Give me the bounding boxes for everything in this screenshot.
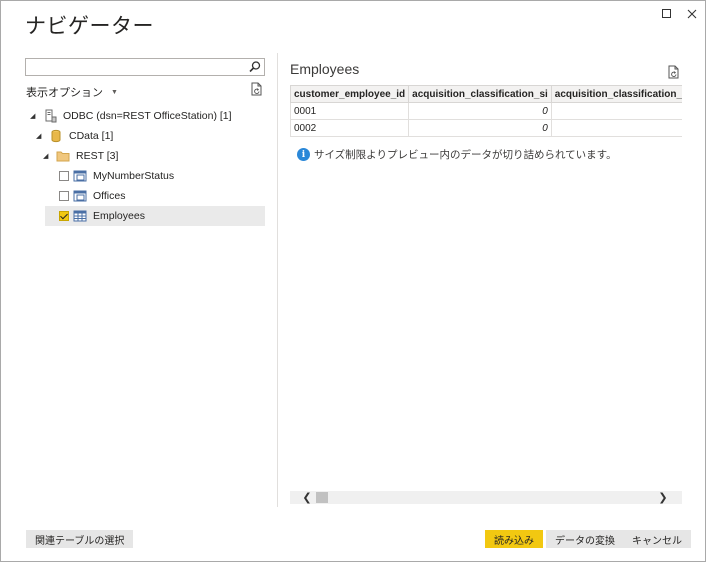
truncation-notice-text: サイズ制限よりプレビュー内のデータが切り詰められています。 bbox=[314, 149, 617, 161]
checkbox[interactable] bbox=[59, 171, 69, 181]
expanded-arrow-icon[interactable]: ◢ bbox=[30, 112, 38, 120]
tree-node-offices[interactable]: Offices bbox=[59, 186, 125, 206]
maximize-icon[interactable] bbox=[659, 6, 675, 22]
horizontal-scrollbar[interactable]: ❮ ❯ bbox=[290, 491, 682, 504]
scrollbar-thumb[interactable] bbox=[316, 492, 328, 503]
search-input[interactable] bbox=[25, 58, 265, 76]
table-cell bbox=[550, 119, 682, 137]
scroll-right-icon[interactable]: ❯ bbox=[656, 491, 670, 504]
truncation-notice: i サイズ制限よりプレビュー内のデータが切り詰められています。 bbox=[297, 147, 617, 162]
table-row: 0002 0 bbox=[290, 119, 682, 137]
search-icon[interactable] bbox=[248, 60, 262, 74]
load-button[interactable]: 読み込み bbox=[485, 530, 543, 548]
preview-table: customer_employee_id acquisition_classif… bbox=[290, 85, 682, 137]
checkbox[interactable] bbox=[59, 191, 69, 201]
display-options-dropdown[interactable]: 表示オプション ▼ bbox=[26, 84, 118, 100]
tree-node-label: Employees bbox=[93, 210, 145, 222]
tree-node-label: Offices bbox=[93, 190, 126, 202]
chevron-down-icon: ▼ bbox=[111, 88, 118, 96]
tree-node-label: CData [1] bbox=[69, 130, 114, 142]
tree-node-rest[interactable]: ◢ REST [3] bbox=[43, 146, 118, 166]
tree-node-label: REST [3] bbox=[76, 150, 119, 162]
view-icon bbox=[73, 189, 87, 203]
tree-node-label: MyNumberStatus bbox=[93, 170, 175, 182]
close-icon[interactable] bbox=[684, 6, 700, 22]
dialog-title: ナビゲーター bbox=[25, 14, 154, 38]
table-cell bbox=[550, 102, 682, 120]
tree-node-cdata[interactable]: ◢ CData [1] bbox=[36, 126, 113, 146]
table-row: 0001 0 bbox=[290, 102, 682, 120]
preview-title: Employees bbox=[290, 61, 360, 77]
checkbox-checked[interactable] bbox=[59, 211, 69, 221]
tree-node-mynumberstatus[interactable]: MyNumberStatus bbox=[59, 166, 174, 186]
navigator-dialog: ナビゲーター 表示オプション ▼ ◢ ODBC (dsn=REST Office… bbox=[0, 0, 706, 562]
table-cell: 0 bbox=[408, 119, 552, 137]
cancel-button[interactable]: キャンセル bbox=[623, 530, 691, 548]
transform-data-button[interactable]: データの変換 bbox=[546, 530, 624, 548]
expanded-arrow-icon[interactable]: ◢ bbox=[36, 132, 44, 140]
preview-grid: customer_employee_id acquisition_classif… bbox=[290, 85, 682, 145]
pane-divider bbox=[277, 53, 278, 507]
column-header[interactable]: customer_employee_id bbox=[290, 85, 410, 103]
scroll-left-icon[interactable]: ❮ bbox=[300, 491, 314, 504]
tree-node-employees[interactable]: Employees bbox=[45, 206, 265, 226]
tree-node-label: ODBC (dsn=REST OfficeStation) [1] bbox=[63, 110, 232, 122]
column-header[interactable]: acquisition_classification_ui bbox=[550, 85, 682, 103]
refresh-icon[interactable] bbox=[250, 82, 264, 97]
column-header[interactable]: acquisition_classification_si bbox=[408, 85, 552, 103]
view-icon bbox=[73, 169, 87, 183]
database-cylinder-icon bbox=[49, 129, 63, 143]
refresh-preview-icon[interactable] bbox=[667, 65, 681, 80]
table-cell: 0002 bbox=[290, 119, 410, 137]
expanded-arrow-icon[interactable]: ◢ bbox=[43, 152, 51, 160]
table-icon bbox=[73, 209, 87, 223]
folder-icon bbox=[56, 149, 70, 163]
display-options-label: 表示オプション bbox=[26, 87, 103, 99]
header-row: customer_employee_id acquisition_classif… bbox=[290, 85, 682, 103]
table-cell: 0001 bbox=[290, 102, 410, 120]
database-server-icon bbox=[43, 109, 57, 123]
table-cell: 0 bbox=[408, 102, 552, 120]
tree-node-odbc[interactable]: ◢ ODBC (dsn=REST OfficeStation) [1] bbox=[30, 106, 232, 126]
select-related-tables-button[interactable]: 関連テーブルの選択 bbox=[26, 530, 134, 548]
info-icon: i bbox=[297, 148, 310, 161]
